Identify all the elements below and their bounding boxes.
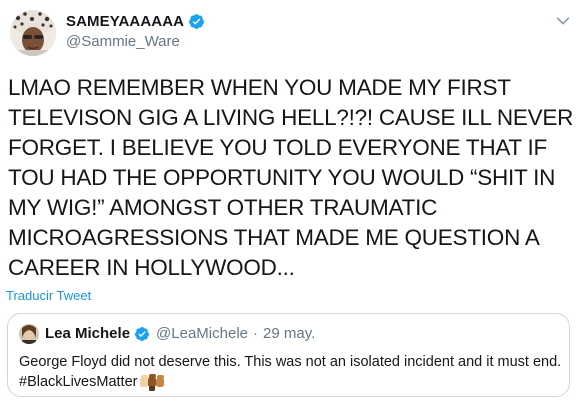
quoted-text: George Floyd did not deserve this. This … xyxy=(19,354,562,390)
author-display-name[interactable]: SAMEYAAAAAA xyxy=(66,13,184,30)
quoted-display-name[interactable]: Lea Michele xyxy=(45,325,130,342)
quoted-author-avatar[interactable] xyxy=(19,324,39,344)
quoted-handle[interactable]: @LeaMichele xyxy=(156,325,248,342)
tweet-card: SAMEYAAAAAA @Sammie_Ware LMAO REMEMBER W… xyxy=(0,0,583,408)
quoted-header: Lea Michele @LeaMichele · 29 may. xyxy=(45,325,315,342)
quoted-tweet[interactable]: Lea Michele @LeaMichele · 29 may. George… xyxy=(7,313,570,397)
translate-tweet-link[interactable]: Traducir Tweet xyxy=(6,288,91,303)
author-avatar[interactable] xyxy=(10,10,56,56)
verified-badge-icon xyxy=(135,326,150,341)
separator-dot: · xyxy=(253,325,258,342)
verified-badge-icon xyxy=(189,14,204,29)
raised-fist-skin-tones-icon xyxy=(139,373,165,392)
tweet-text: LMAO REMEMBER WHEN YOU MADE MY FIRST TEL… xyxy=(8,75,574,280)
author-name-row: SAMEYAAAAAA xyxy=(66,13,205,30)
chevron-down-icon[interactable] xyxy=(555,13,571,29)
quoted-text-block: George Floyd did not deserve this. This … xyxy=(19,352,564,392)
author-handle[interactable]: @Sammie_Ware xyxy=(66,33,180,50)
quoted-date[interactable]: 29 may. xyxy=(263,325,315,342)
